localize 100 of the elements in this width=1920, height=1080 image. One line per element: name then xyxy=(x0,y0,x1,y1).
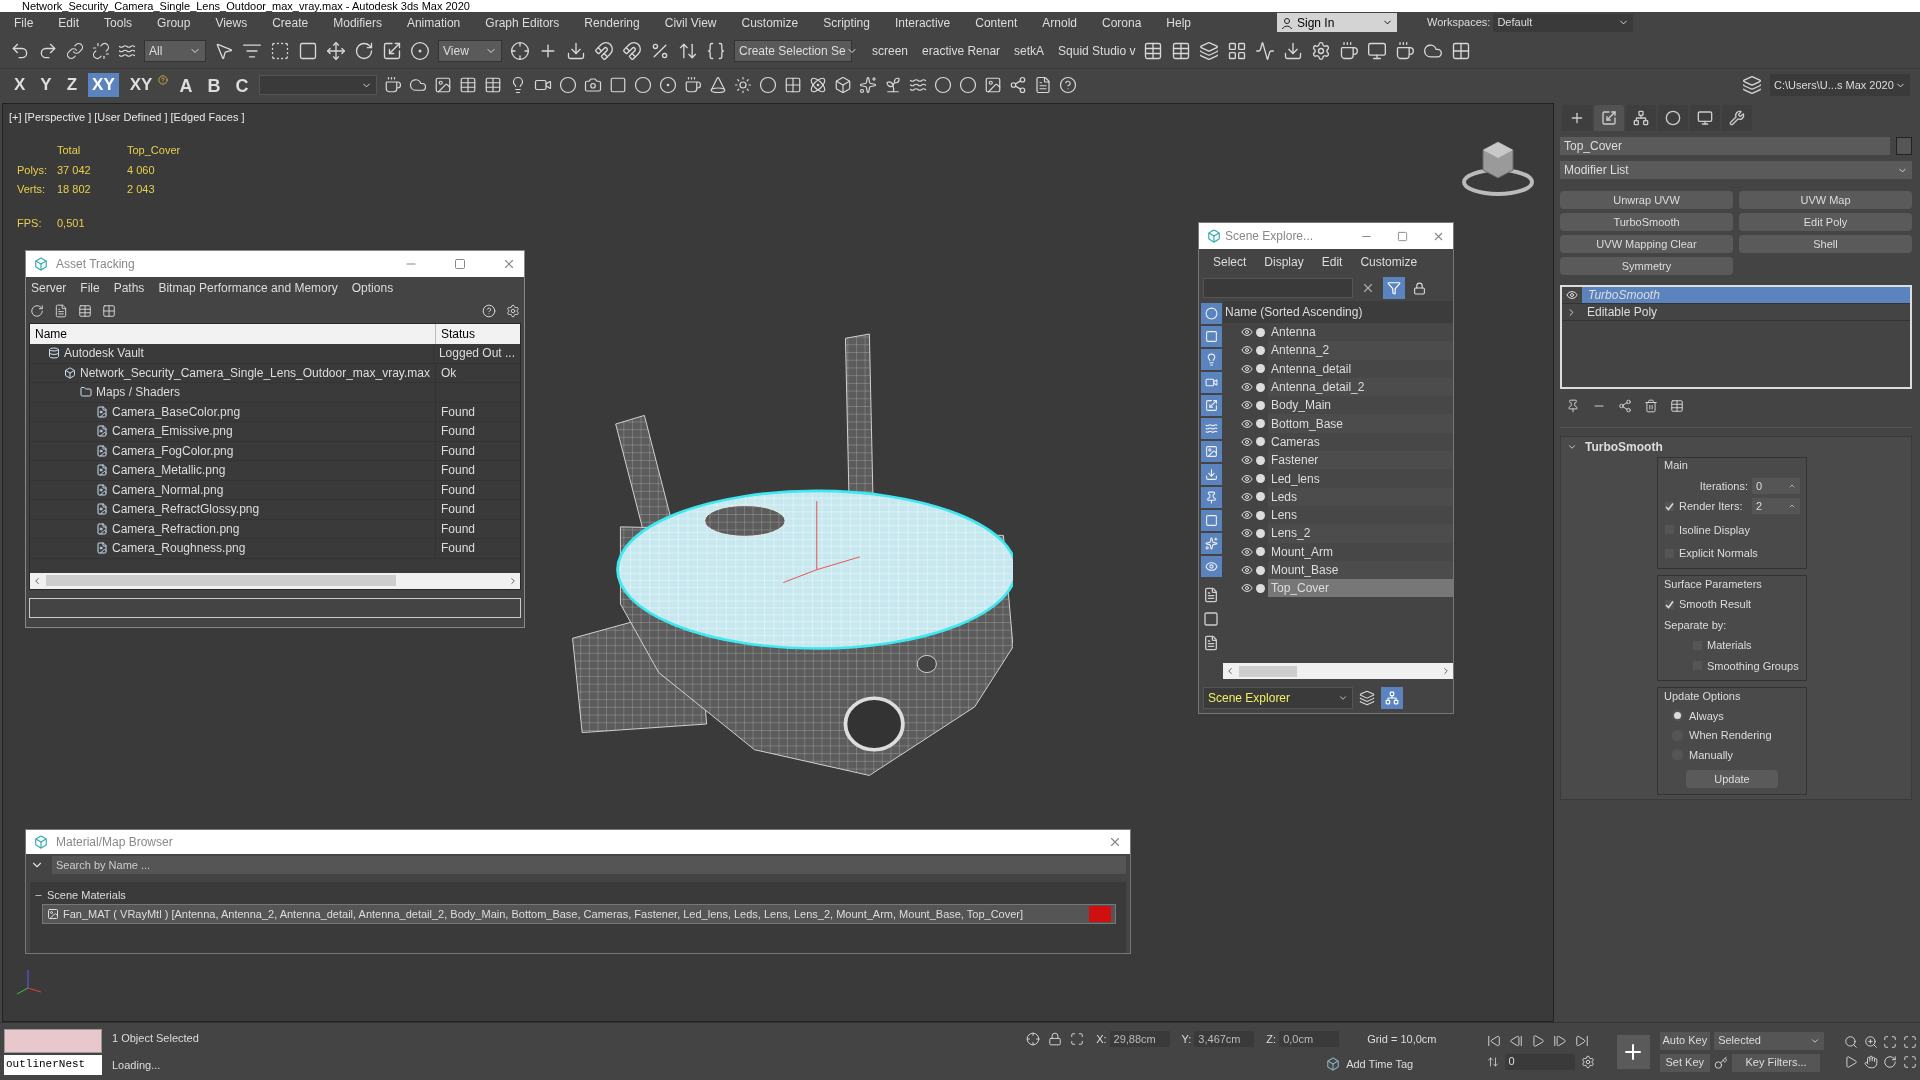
menu-item[interactable]: Customize xyxy=(741,13,799,32)
snap-letter-button[interactable]: C xyxy=(231,73,253,97)
menu-item[interactable]: Animation xyxy=(406,13,461,32)
menu-item[interactable]: Customize xyxy=(1360,253,1418,271)
axis-constraint-button[interactable]: Y xyxy=(36,73,56,97)
viewport-label[interactable]: [Edged Faces ] xyxy=(170,109,245,126)
coordinate-label: Y: xyxy=(1181,1032,1192,1047)
scene-object-item[interactable]: Antenna_2 xyxy=(1268,341,1453,360)
menu-item[interactable]: Paths xyxy=(113,279,145,297)
asset-name: Camera_FogColor.png xyxy=(112,442,234,460)
menu-item[interactable]: File xyxy=(80,279,100,297)
radio-label[interactable]: When Rendering xyxy=(1689,727,1772,744)
rollout-title[interactable]: TurboSmooth xyxy=(1585,438,1663,456)
stats-label: Polys: xyxy=(17,162,48,178)
key-filters-button[interactable]: Key Filters... xyxy=(1732,1053,1821,1072)
axis-constraint-button[interactable]: XY xyxy=(125,73,157,97)
modifier-button[interactable]: Symmetry xyxy=(1560,257,1733,275)
viewport-label[interactable]: [+] xyxy=(9,109,22,126)
modifier-button[interactable]: Shell xyxy=(1739,235,1912,253)
menu-item[interactable]: File xyxy=(14,13,34,32)
asset-name: Camera_RefractGlossy.png xyxy=(112,501,260,519)
column-header[interactable]: Status xyxy=(436,324,520,344)
modifier-button[interactable]: UVW Mapping Clear xyxy=(1560,235,1733,253)
checkbox-label[interactable]: Smooth Result xyxy=(1679,596,1752,613)
menu-item[interactable]: Views xyxy=(215,13,248,32)
menu-item[interactable]: Edit xyxy=(58,13,80,32)
iterations-spinner[interactable]: 0 xyxy=(1752,477,1800,494)
scene-object-item[interactable]: Lens_2 xyxy=(1268,524,1453,543)
menu-item[interactable]: Graph Editors xyxy=(485,13,560,32)
checkbox-label[interactable]: Isoline Display xyxy=(1679,521,1750,538)
menu-item[interactable]: Create xyxy=(272,13,309,32)
checkbox-label[interactable]: Explicit Normals xyxy=(1679,545,1758,562)
modifier-button[interactable]: Edit Poly xyxy=(1739,213,1912,231)
coordinate-field[interactable]: 3,467cm xyxy=(1194,1031,1255,1048)
toolbar-tab[interactable]: screen xyxy=(872,41,909,60)
auto-key-button[interactable]: Auto Key xyxy=(1659,1031,1711,1050)
radio-label[interactable]: Manually xyxy=(1689,746,1734,763)
toolbar-tab[interactable]: setkA xyxy=(1014,41,1045,60)
menu-item[interactable]: Server xyxy=(31,279,67,297)
snap-letter-button[interactable]: B xyxy=(203,73,225,97)
radio-label[interactable]: Always xyxy=(1689,707,1724,724)
update-button[interactable]: Update xyxy=(1686,770,1778,788)
menu-item[interactable]: Scripting xyxy=(823,13,870,32)
menu-item[interactable]: Rendering xyxy=(584,13,640,32)
material-entry[interactable]: Fan_MAT ( VRayMtl ) [Antenna, Antenna_2, Antenna_detail, Antenna_detail_2, Body_Main, Bottom_Base, Cameras, Fastener, Led_lens, Leds, Lens, Lens_2, Mount_Arm, Mount_Base, Top_Cover] xyxy=(42,904,1116,924)
object-name-field[interactable]: Top_Cover xyxy=(1560,137,1890,155)
modifier-button[interactable]: UVW Map xyxy=(1739,191,1912,209)
checkbox-label[interactable]: Smoothing Groups xyxy=(1707,657,1799,674)
coordinate-field[interactable]: 0,0cm xyxy=(1279,1031,1340,1048)
menu-item[interactable]: Modifiers xyxy=(333,13,382,32)
menu-item[interactable]: Select xyxy=(1213,253,1247,271)
render-iters-spinner[interactable]: 2 xyxy=(1752,498,1800,515)
maxscript-input-field[interactable]: outlinerNest xyxy=(4,1054,102,1075)
menu-item[interactable]: Edit xyxy=(1321,253,1343,271)
stats-value: 37 042 xyxy=(57,162,92,178)
viewport-label[interactable]: [User Defined ] xyxy=(94,109,168,126)
search-field[interactable]: Search by Name ... xyxy=(52,856,1126,874)
modifier-button[interactable]: Unwrap UVW xyxy=(1560,191,1733,209)
menu-item[interactable]: Help xyxy=(1166,13,1191,32)
sign-in-button[interactable]: Sign In xyxy=(1277,13,1397,32)
menu-item[interactable]: Tools xyxy=(104,13,133,32)
toolbar-tab[interactable]: Squid Studio v xyxy=(1058,41,1136,60)
project-path-dropdown[interactable]: C:\Users\U...s Max 2020 xyxy=(1770,74,1910,96)
modifier-list-dropdown[interactable]: Modifier List xyxy=(1560,161,1912,179)
scene-object-item[interactable]: Bottom_Base xyxy=(1268,414,1453,433)
workspaces-dropdown[interactable]: Default xyxy=(1493,13,1634,32)
prompt-text: Loading... xyxy=(112,1057,162,1073)
field-label: Separate by: xyxy=(1664,617,1728,633)
asset-status: Found xyxy=(441,540,476,558)
menu-item[interactable]: Group xyxy=(157,13,191,32)
frame-field[interactable]: 0 xyxy=(1504,1053,1575,1070)
menu-item[interactable]: Content xyxy=(975,13,1018,32)
menu-item[interactable]: Corona xyxy=(1101,13,1142,32)
checkbox-label[interactable]: Materials xyxy=(1707,637,1752,654)
viewport-label[interactable]: [Perspective ] xyxy=(24,109,92,126)
set-key-button[interactable]: Set Key xyxy=(1659,1053,1711,1072)
selection-filter-dropdown[interactable]: All xyxy=(144,39,206,62)
menu-item[interactable]: Bitmap Performance and Memory xyxy=(158,279,338,297)
menu-item[interactable]: Display xyxy=(1264,253,1304,271)
modifier-button[interactable]: TurboSmooth xyxy=(1560,213,1733,231)
toolbar-tab[interactable]: eractive Renar xyxy=(922,41,1001,60)
explorer-dropdown[interactable]: Scene Explorer xyxy=(1203,687,1353,709)
menu-item[interactable]: Interactive xyxy=(894,13,951,32)
menu-item[interactable]: Arnold xyxy=(1042,13,1077,32)
coordinate-field[interactable]: 29,88cm xyxy=(1109,1031,1170,1048)
column-header[interactable]: Name (Sorted Ascending) xyxy=(1223,301,1453,323)
menu-item[interactable]: Civil View xyxy=(664,13,717,32)
snap-letter-button[interactable]: A xyxy=(175,73,197,97)
axis-constraint-button[interactable]: XY xyxy=(88,73,119,97)
asset-status: Found xyxy=(441,423,476,441)
reference-coordinate-dropdown[interactable]: View xyxy=(438,39,502,62)
menu-item[interactable]: Options xyxy=(351,279,394,297)
key-mode-dropdown[interactable]: Selected xyxy=(1714,1031,1825,1050)
column-header[interactable]: Name xyxy=(30,324,436,344)
axis-constraint-button[interactable]: X xyxy=(10,73,30,97)
scene-object-item[interactable]: Fastener xyxy=(1268,451,1453,470)
selection-status: 1 Object Selected xyxy=(112,1031,200,1046)
axis-constraint-button[interactable]: Z xyxy=(62,73,82,97)
add-time-tag-button[interactable]: Add Time Tag xyxy=(1326,1055,1437,1072)
modifier-stack-item[interactable]: Editable Poly xyxy=(1581,304,1910,320)
